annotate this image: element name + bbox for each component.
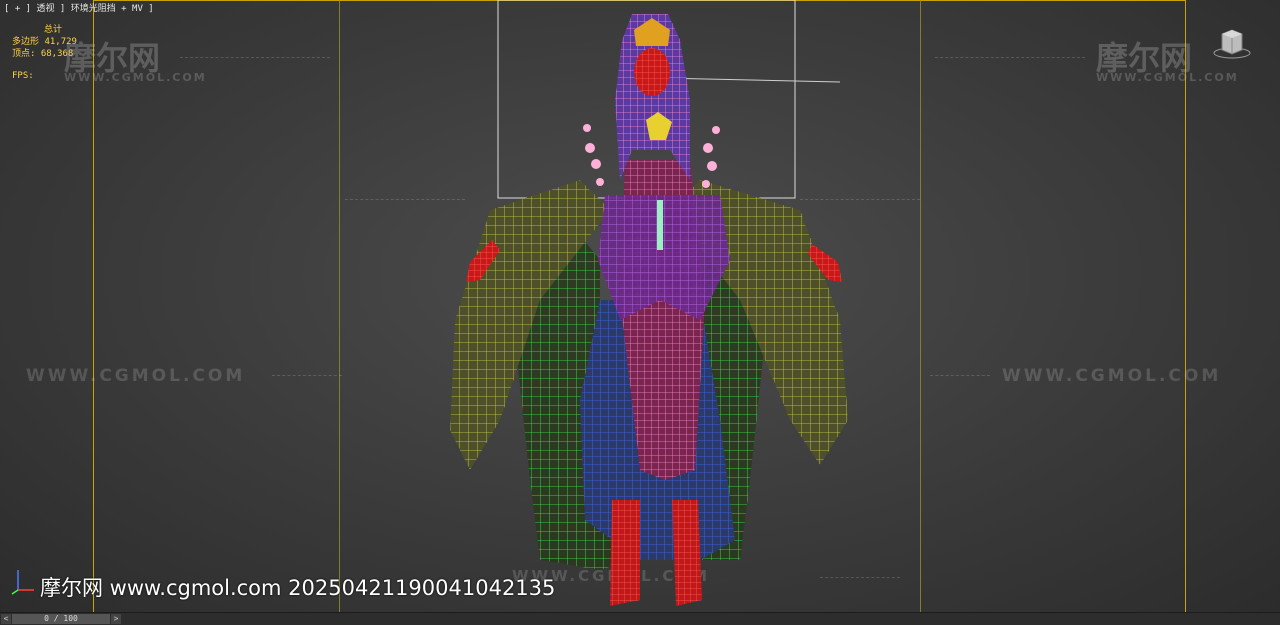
perspective-viewport[interactable]: [ + ] 透视 ] 环境光阻挡 + MV ] 总计 多边形 41,729 顶点… xyxy=(0,0,1280,612)
axis-tripod-icon xyxy=(11,570,34,595)
next-frame-button[interactable]: > xyxy=(111,614,121,624)
prev-frame-button[interactable]: < xyxy=(1,614,11,624)
footer-watermark: 摩尔网 www.cgmol.com 20250421190041042135 xyxy=(40,576,556,600)
time-slider[interactable]: 0 / 100 xyxy=(12,614,110,624)
time-slider-bar[interactable]: < 0 / 100 > xyxy=(0,612,1280,625)
character-wireframe-model[interactable] xyxy=(0,0,1280,612)
